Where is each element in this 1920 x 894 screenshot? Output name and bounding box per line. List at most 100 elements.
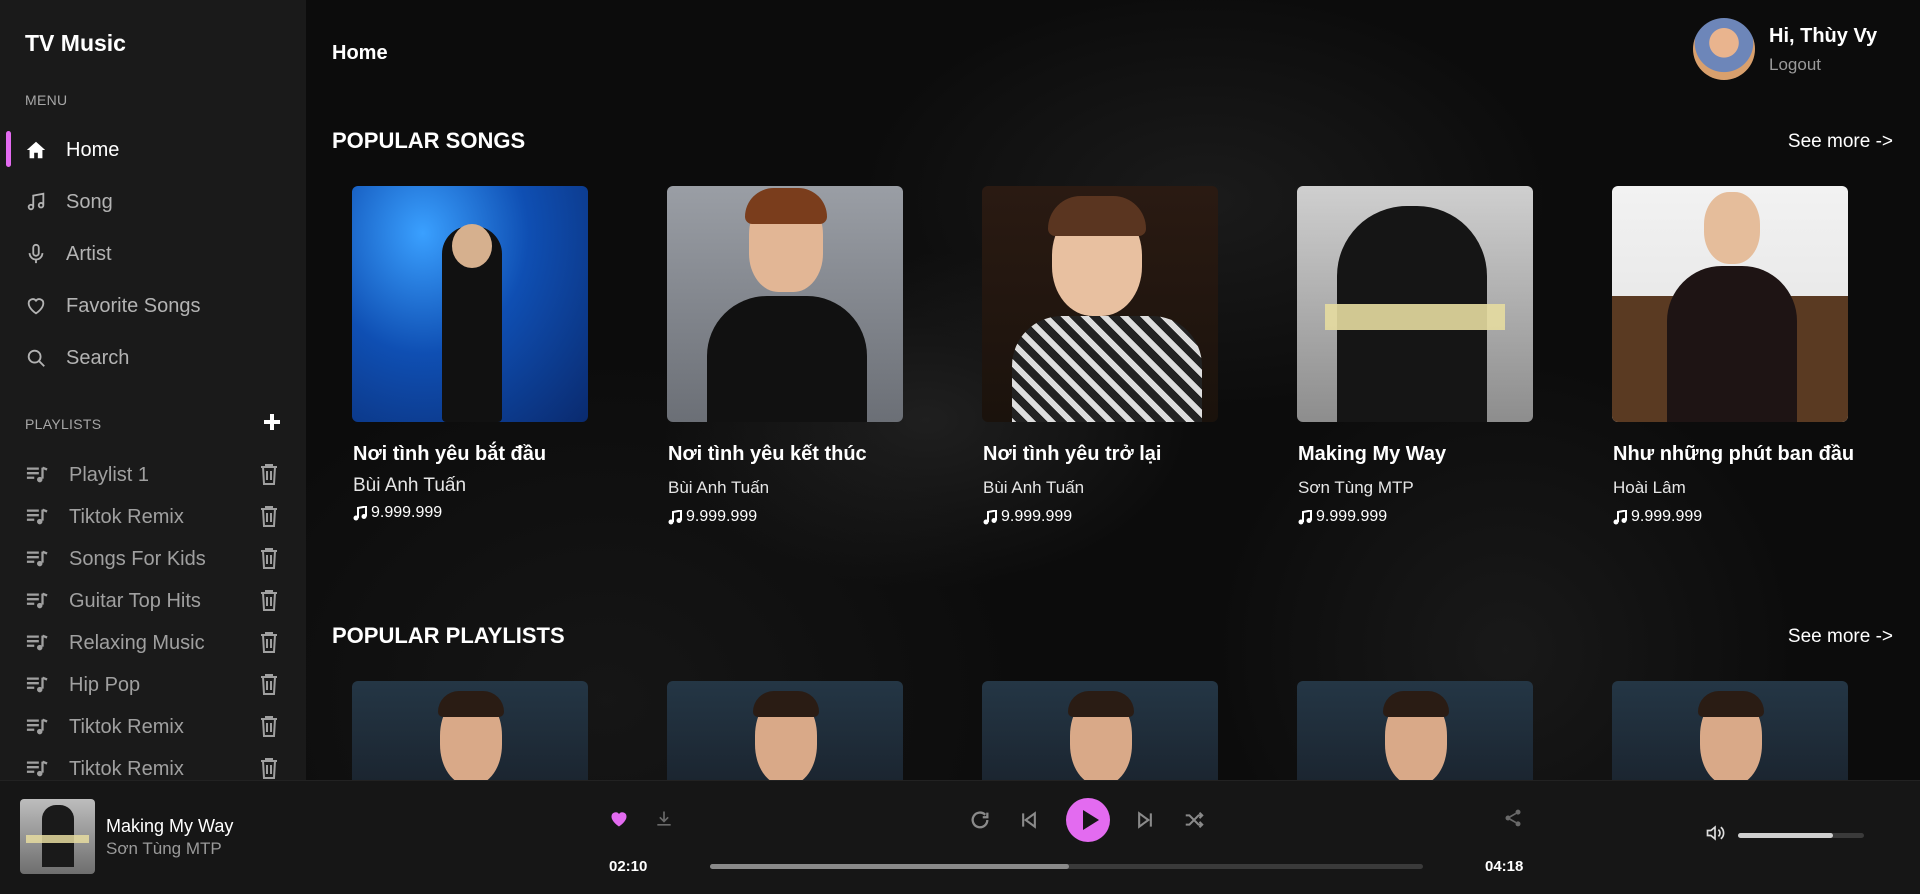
song-card[interactable]: Nơi tình yêu bắt đầu Bùi Anh Tuấn 9.999.99… <box>352 186 588 536</box>
now-playing-artist: Sơn Tùng MTP <box>106 839 222 858</box>
sidebar-item-label: Artist <box>66 242 112 265</box>
playlist-icon <box>26 508 48 525</box>
song-card[interactable]: Nơi tình yêu kết thúc Bùi Anh Tuấn 9.999.9… <box>667 186 903 536</box>
song-card[interactable]: Making My Way Sơn Tùng MTP 9.999.999 <box>1297 186 1533 536</box>
playlist-item[interactable]: Hip Pop <box>0 667 306 703</box>
greeting: Hi, Thùy Vy <box>1769 25 1878 47</box>
playlist-card[interactable] <box>667 681 903 780</box>
playlist-item-label: Relaxing Music <box>69 632 205 654</box>
playlist-icon <box>26 718 48 735</box>
next-icon[interactable] <box>1135 810 1155 830</box>
song-cover[interactable] <box>1612 186 1848 422</box>
playlist-item-label: Tiktok Remix <box>69 758 184 780</box>
song-artist[interactable]: Bùi Anh Tuấn <box>983 478 1084 498</box>
delete-playlist-icon[interactable] <box>260 589 278 611</box>
song-title: Nơi tình yêu trở lại <box>983 443 1162 465</box>
song-cover[interactable] <box>667 186 903 422</box>
song-artist[interactable]: Bùi Anh Tuấn <box>668 478 769 498</box>
playlist-item[interactable]: Playlist 1 <box>0 457 306 493</box>
popular-songs-see-more[interactable]: See more -> <box>1788 131 1893 153</box>
music-note-icon <box>983 509 997 524</box>
song-title: Nơi tình yêu bắt đầu <box>353 443 547 465</box>
playlist-cover-hair <box>1698 691 1764 717</box>
sidebar-item-favorite-songs[interactable]: Favorite Songs <box>0 285 306 327</box>
song-card[interactable]: Nơi tình yêu trở lại Bùi Anh Tuấn 9.999.99… <box>982 186 1218 536</box>
play-count: 9.999.999 <box>353 504 442 522</box>
playlist-item-label: Hip Pop <box>69 674 141 696</box>
sidebar-item-artist[interactable]: Artist <box>0 233 306 275</box>
music-note-icon <box>27 192 45 211</box>
playlist-item[interactable]: Tiktok Remix <box>0 709 306 745</box>
progress-bar[interactable] <box>710 864 1423 869</box>
song-artist[interactable]: Sơn Tùng MTP <box>1298 478 1414 498</box>
user-profile: Hi, Thùy Vy Logout <box>1693 18 1893 82</box>
share-icon[interactable] <box>1503 807 1523 829</box>
volume-icon[interactable] <box>1704 823 1726 843</box>
delete-playlist-icon[interactable] <box>260 547 278 569</box>
song-cover[interactable] <box>352 186 588 422</box>
now-playing-cover[interactable] <box>20 799 95 874</box>
playlist-cover-hair <box>753 691 819 717</box>
sidebar-item-label: Song <box>66 190 113 213</box>
play-count-value: 9.999.999 <box>1001 508 1073 525</box>
music-note-icon <box>1298 509 1312 524</box>
playlist-item[interactable]: Relaxing Music <box>0 625 306 661</box>
progress-fill <box>710 864 1069 869</box>
sidebar-item-search[interactable]: Search <box>0 337 306 379</box>
playlist-item-label: Playlist 1 <box>69 464 150 486</box>
repeat-icon[interactable] <box>969 809 991 831</box>
popular-playlists-title: POPULAR PLAYLISTS <box>332 623 565 648</box>
player-bar: Making My Way Sơn Tùng MTP <box>0 780 1920 894</box>
menu-section-label: MENU <box>25 92 68 108</box>
logout-link[interactable]: Logout <box>1769 55 1821 75</box>
song-artist[interactable]: Bùi Anh Tuấn <box>353 475 466 497</box>
song-title: Making My Way <box>1298 443 1447 465</box>
download-icon[interactable] <box>654 809 674 829</box>
playlist-icon <box>26 760 48 777</box>
song-card[interactable]: Như những phút ban đầu Hoài Lâm 9.999.999 <box>1612 186 1854 536</box>
song-artist[interactable]: Hoài Lâm <box>1613 478 1686 498</box>
volume-fill <box>1738 833 1833 838</box>
play-count-value: 9.999.999 <box>1316 508 1388 525</box>
playlist-icon <box>26 592 48 609</box>
song-cover[interactable] <box>1297 186 1533 422</box>
sidebar-item-home[interactable]: Home <box>0 129 306 171</box>
previous-icon[interactable] <box>1019 810 1039 830</box>
delete-playlist-icon[interactable] <box>260 463 278 485</box>
delete-playlist-icon[interactable] <box>260 631 278 653</box>
playlist-item[interactable]: Tiktok Remix <box>0 499 306 535</box>
playlist-item-label: Songs For Kids <box>69 548 206 570</box>
popular-playlists-see-more[interactable]: See more -> <box>1788 626 1893 648</box>
playlist-card[interactable] <box>1297 681 1533 780</box>
playlist-item[interactable]: Songs For Kids <box>0 541 306 577</box>
delete-playlist-icon[interactable] <box>260 505 278 527</box>
delete-playlist-icon[interactable] <box>260 715 278 737</box>
delete-playlist-icon[interactable] <box>260 673 278 695</box>
playlist-icon <box>26 676 48 693</box>
app-logo[interactable]: TV Music <box>25 30 126 57</box>
playlist-item[interactable]: Guitar Top Hits <box>0 583 306 619</box>
avatar[interactable] <box>1693 18 1755 80</box>
add-playlist-button[interactable] <box>262 412 282 432</box>
song-cover[interactable] <box>982 186 1218 422</box>
playlist-icon <box>26 466 48 483</box>
playlist-card[interactable] <box>982 681 1218 780</box>
delete-playlist-icon[interactable] <box>260 757 278 779</box>
sidebar: TV Music MENU Home Song Artist Favorite … <box>0 0 306 780</box>
shuffle-icon[interactable] <box>1182 809 1206 831</box>
playlist-cover-hair <box>1383 691 1449 717</box>
playlist-card[interactable] <box>1612 681 1848 780</box>
playlist-card[interactable] <box>352 681 588 780</box>
play-count-value: 9.999.999 <box>686 508 758 525</box>
play-button[interactable] <box>1066 798 1110 842</box>
music-note-icon <box>668 509 682 524</box>
music-note-icon <box>1613 509 1627 524</box>
favorite-heart-icon[interactable] <box>609 809 629 829</box>
total-time: 04:18 <box>1485 858 1524 875</box>
volume-slider[interactable] <box>1738 833 1864 838</box>
play-count: 9.999.999 <box>983 508 1072 526</box>
play-count-value: 9.999.999 <box>1631 508 1703 525</box>
song-title: Nơi tình yêu kết thúc <box>668 443 867 465</box>
main-content: Home Hi, Thùy Vy Logout POPULAR SONGS Se… <box>306 0 1920 780</box>
sidebar-item-song[interactable]: Song <box>0 181 306 223</box>
